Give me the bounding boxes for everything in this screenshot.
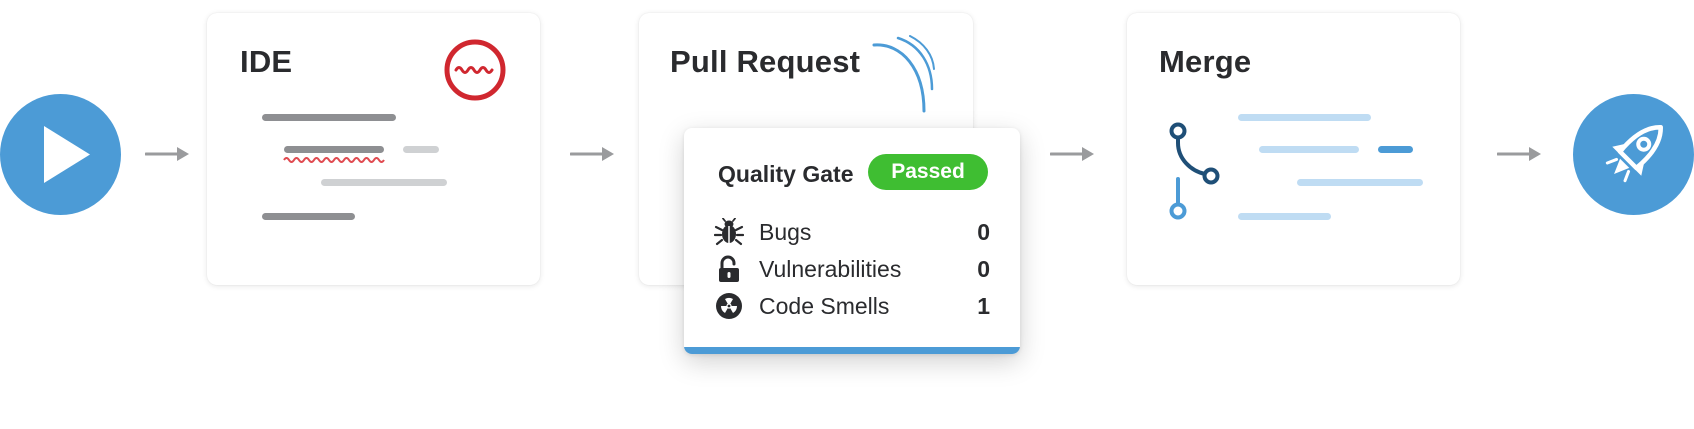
- code-line: [1238, 114, 1371, 121]
- gate-footer-bar: [684, 347, 1020, 354]
- signal-waves-icon: [872, 35, 935, 113]
- code-line: [1238, 213, 1331, 220]
- squiggle-badge-icon: [444, 39, 506, 101]
- metric-value: 0: [977, 256, 990, 282]
- quality-gate-title: Quality Gate: [718, 161, 854, 187]
- right-arrow-icon: [1050, 147, 1094, 161]
- right-arrow-icon: [570, 147, 614, 161]
- status-badge: Passed: [868, 154, 988, 190]
- right-arrow-icon: [1497, 147, 1541, 161]
- metric-row-code-smells: Code Smells 1: [714, 289, 990, 323]
- code-line: [1378, 146, 1413, 153]
- metric-label: Bugs: [759, 219, 812, 245]
- merge-title: Merge: [1159, 44, 1252, 79]
- code-line: [1297, 179, 1423, 186]
- bug-icon: [714, 218, 744, 246]
- code-line: [262, 213, 355, 220]
- play-icon: [44, 126, 90, 183]
- rocket-icon: [1605, 125, 1663, 183]
- code-line: [262, 114, 396, 121]
- error-underline: [283, 157, 385, 163]
- start-play-button[interactable]: [0, 94, 121, 215]
- metric-label: Code Smells: [759, 293, 890, 319]
- ide-card: IDE: [207, 13, 540, 285]
- release-rocket-button[interactable]: [1573, 94, 1694, 215]
- code-line: [403, 146, 439, 153]
- metric-row-bugs: Bugs 0: [714, 215, 990, 249]
- code-line: [321, 179, 447, 186]
- metric-row-vulnerabilities: Vulnerabilities 0: [714, 252, 990, 286]
- metric-value: 1: [977, 293, 990, 319]
- radiation-icon: [716, 293, 742, 319]
- merge-card: Merge: [1127, 13, 1460, 285]
- code-line: [1259, 146, 1359, 153]
- code-line: [284, 146, 384, 153]
- ide-title: IDE: [240, 44, 293, 79]
- quality-gate-panel: Quality Gate Passed Bugs 0 Vulnerabiliti…: [684, 128, 1020, 354]
- pull-request-title: Pull Request: [670, 44, 861, 79]
- right-arrow-icon: [145, 147, 189, 161]
- unlocked-padlock-icon: [719, 255, 739, 282]
- branch-merge-icon: [1169, 122, 1220, 220]
- metric-value: 0: [977, 219, 990, 245]
- metric-label: Vulnerabilities: [759, 256, 902, 282]
